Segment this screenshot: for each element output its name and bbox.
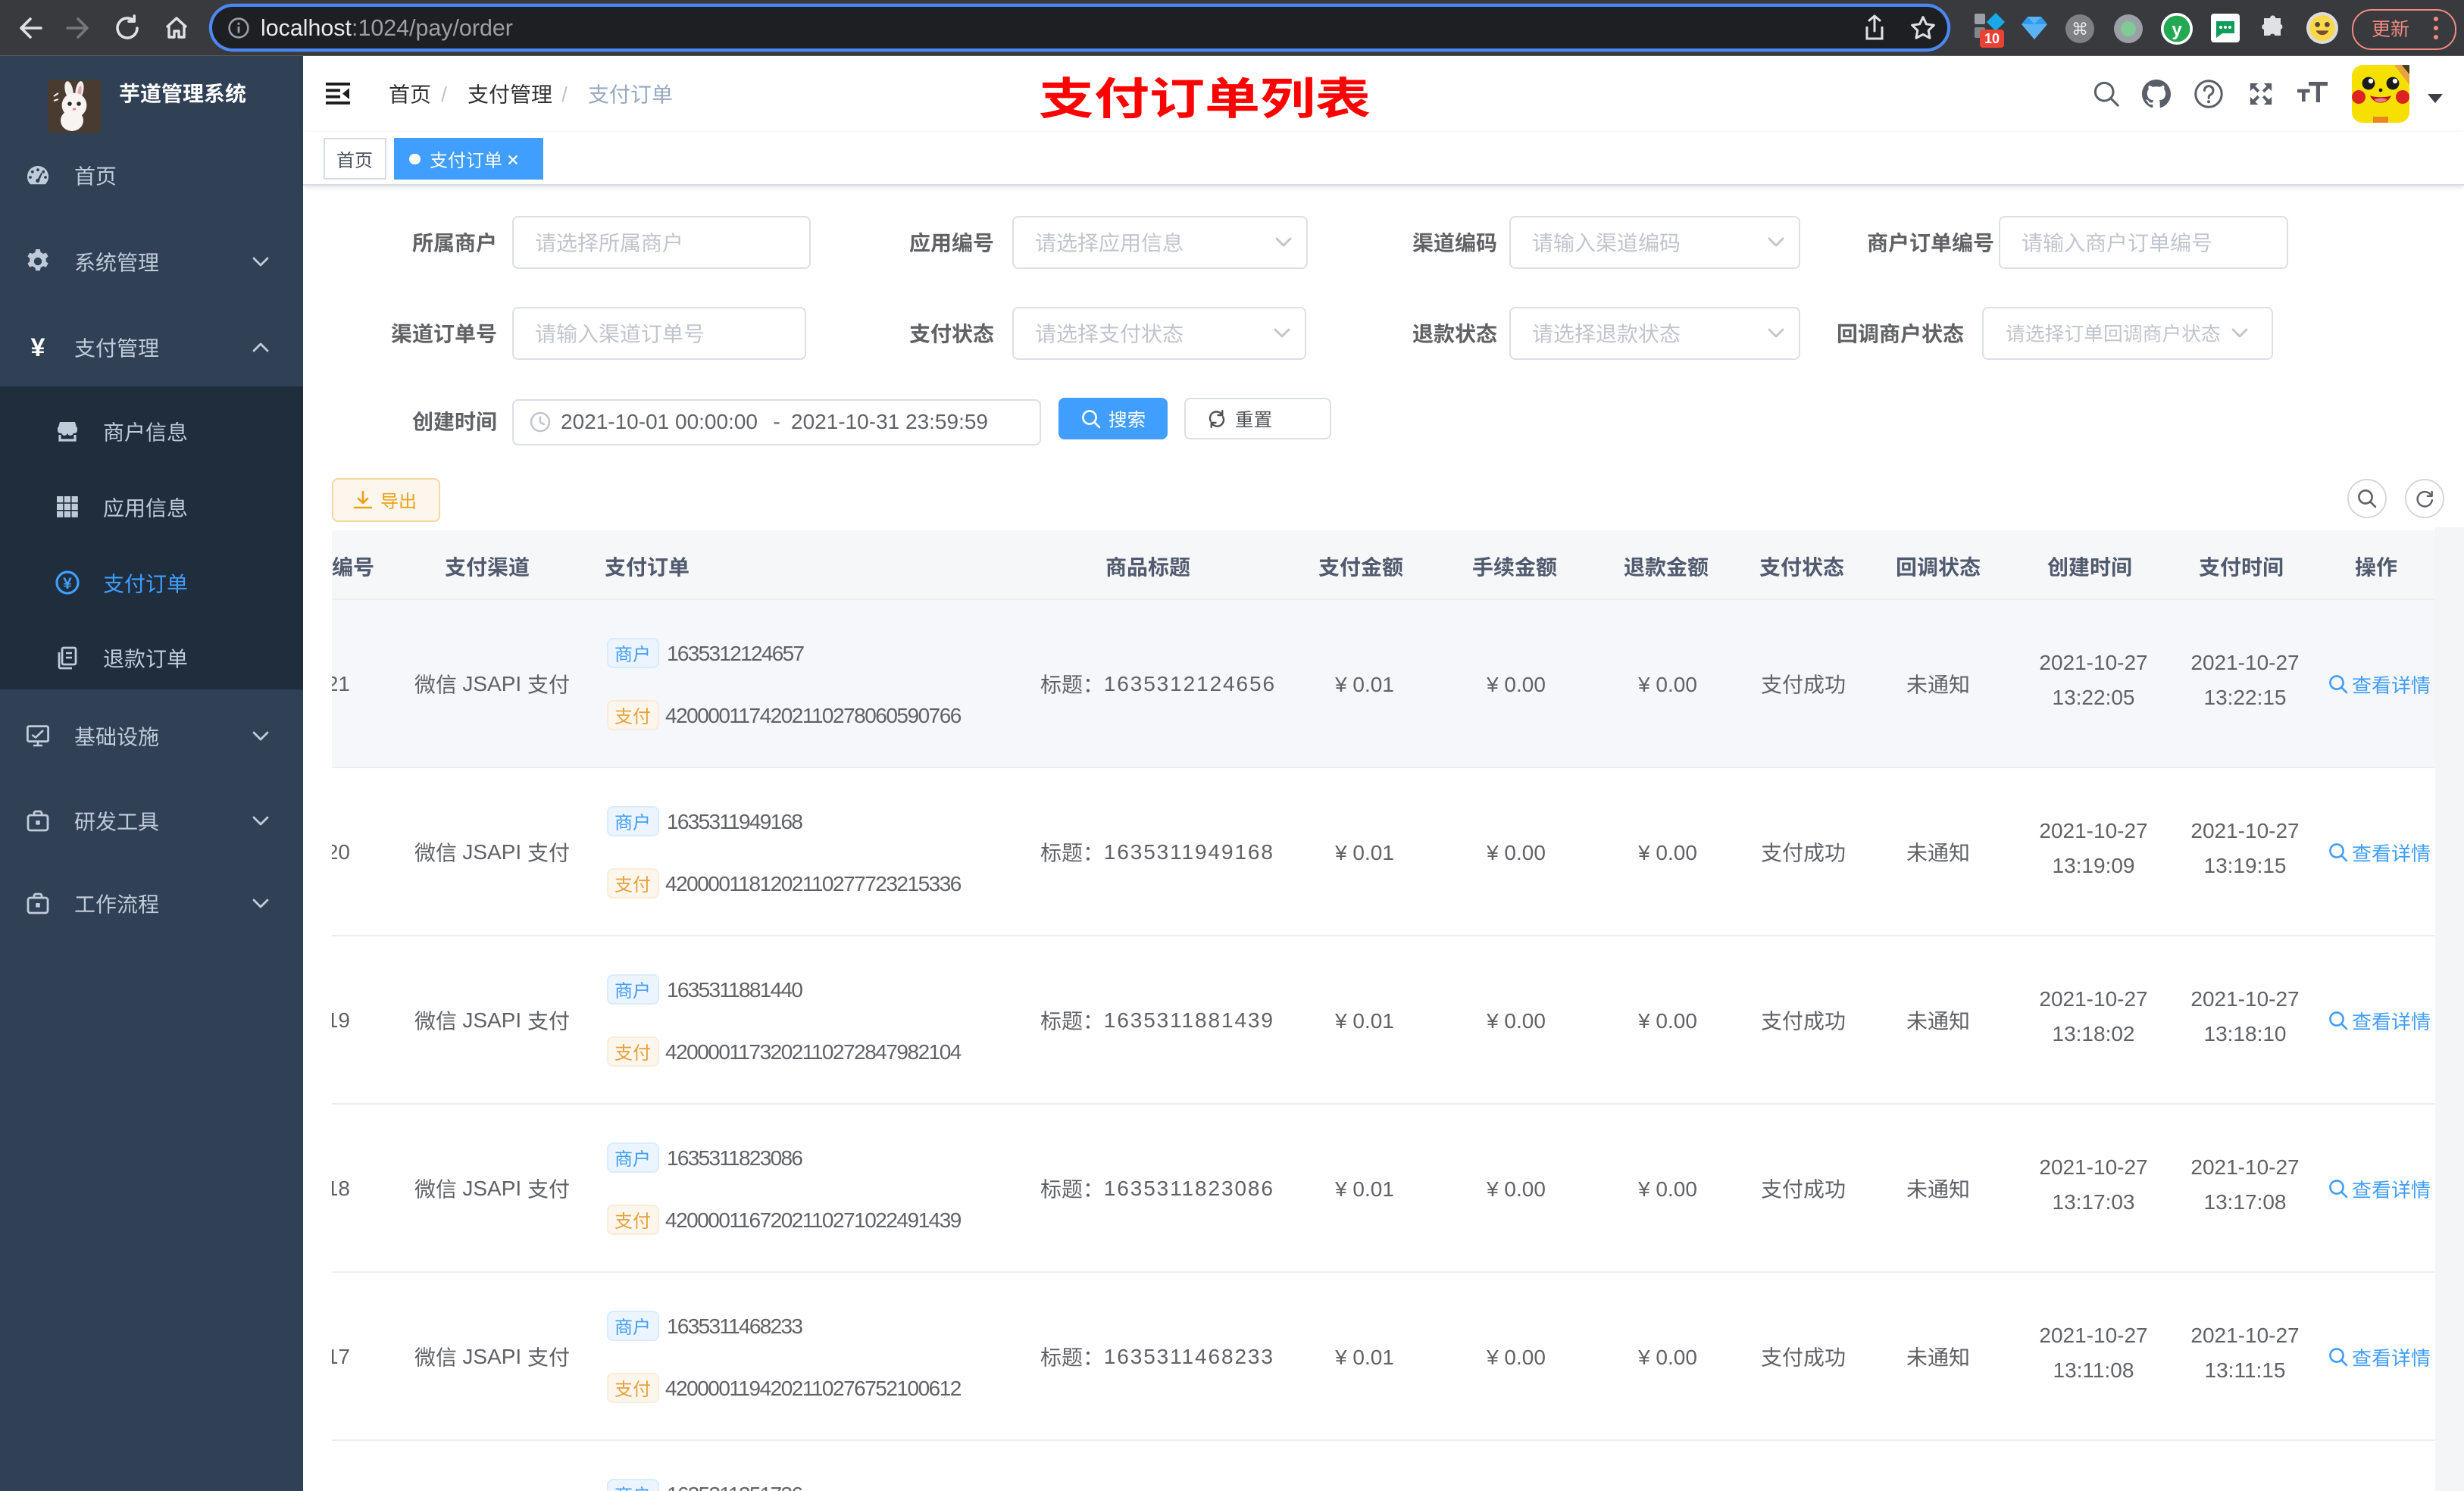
svg-text:⌘: ⌘ (2072, 20, 2088, 39)
svg-text:¥: ¥ (63, 575, 72, 592)
svg-text:y: y (2172, 20, 2182, 40)
svg-text:¥: ¥ (31, 333, 45, 361)
